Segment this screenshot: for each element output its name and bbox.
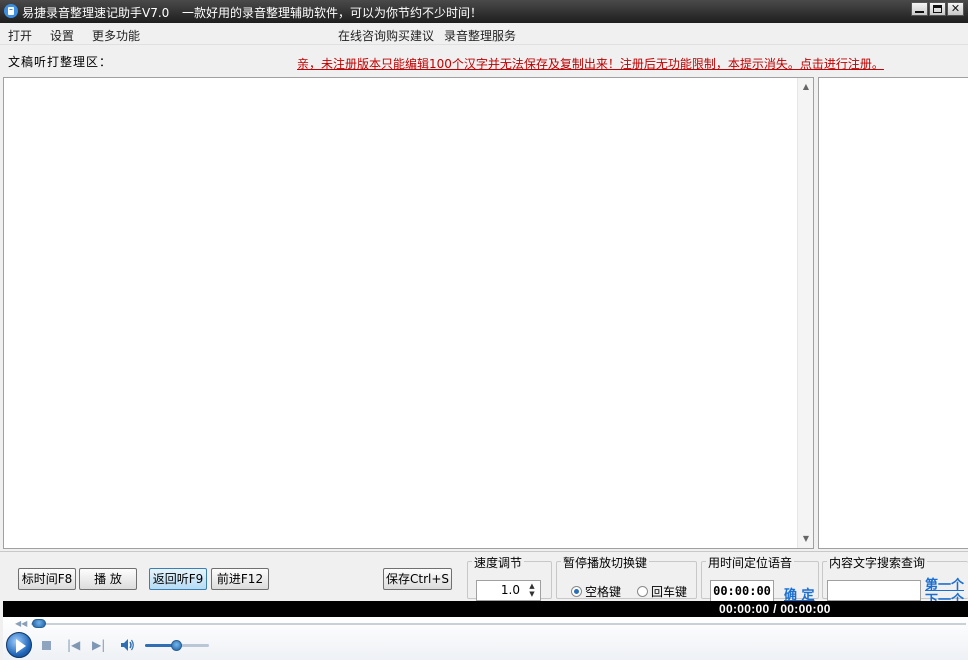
volume-thumb[interactable] bbox=[171, 640, 182, 651]
forward-button[interactable]: 前进F12 bbox=[211, 568, 269, 590]
player-time-display: 00:00:00 / 00:00:00 bbox=[719, 602, 831, 616]
save-button[interactable]: 保存Ctrl+S bbox=[383, 568, 452, 590]
title-bar: 易捷录音整理速记助手V7.0 一款好用的录音整理辅助软件，可以为你节约不少时间！… bbox=[0, 0, 968, 23]
close-icon: ✕ bbox=[948, 4, 963, 14]
pause-key-title: 暂停播放切换键 bbox=[561, 554, 649, 571]
radio-enter-key[interactable]: 回车键 bbox=[637, 583, 687, 600]
spin-down-icon[interactable]: ▼ bbox=[525, 590, 539, 599]
minimize-button[interactable] bbox=[911, 2, 928, 16]
mark-time-button[interactable]: 标时间F8 bbox=[18, 568, 76, 590]
side-panel[interactable] bbox=[818, 77, 968, 549]
menu-bar: 打开 设置 更多功能 在线咨询购买建议 录音整理服务 bbox=[0, 23, 968, 45]
play-button[interactable]: 播 放 bbox=[79, 568, 137, 590]
speed-spinner[interactable]: 1.0 ▲ ▼ bbox=[476, 580, 541, 601]
seek-back-icon[interactable]: ◀◀ bbox=[15, 619, 27, 628]
radio-space-label: 空格键 bbox=[585, 583, 621, 600]
player-status-bar: 00:00:00 / 00:00:00 bbox=[3, 601, 968, 617]
speed-group: 速度调节 1.0 ▲ ▼ bbox=[467, 561, 552, 599]
radio-unchecked-icon bbox=[637, 586, 648, 597]
speed-value: 1.0 bbox=[501, 583, 520, 597]
radio-space-key[interactable]: 空格键 bbox=[571, 583, 621, 600]
window-title: 易捷录音整理速记助手V7.0 bbox=[22, 4, 169, 21]
minimize-icon bbox=[915, 11, 924, 13]
scroll-down-icon[interactable]: ▼ bbox=[801, 534, 811, 544]
seek-thumb[interactable] bbox=[32, 619, 46, 628]
search-title: 内容文字搜索查询 bbox=[827, 554, 927, 571]
rewind-button[interactable]: 返回听F9 bbox=[149, 568, 207, 590]
volume-icon[interactable] bbox=[119, 637, 135, 653]
locate-group: 用时间定位语音 00:00:00 确 定 bbox=[701, 561, 819, 599]
scroll-up-icon[interactable]: ▲ bbox=[801, 82, 811, 92]
menu-more-features[interactable]: 更多功能 bbox=[92, 27, 140, 44]
locate-title: 用时间定位语音 bbox=[706, 554, 794, 571]
maximize-icon bbox=[933, 5, 942, 13]
next-icon[interactable]: ▶| bbox=[92, 638, 105, 652]
transcript-editor[interactable]: ▲ ▼ bbox=[3, 77, 814, 549]
play-icon[interactable] bbox=[6, 632, 32, 658]
menu-service[interactable]: 录音整理服务 bbox=[444, 27, 516, 44]
window-subtitle: 一款好用的录音整理辅助软件，可以为你节约不少时间！ bbox=[182, 4, 482, 21]
search-input[interactable] bbox=[827, 580, 921, 601]
media-player: ◀◀ |◀ ▶| bbox=[3, 617, 968, 660]
menu-open[interactable]: 打开 bbox=[8, 27, 32, 44]
pause-key-group: 暂停播放切换键 空格键 回车键 bbox=[556, 561, 697, 599]
menu-settings[interactable]: 设置 bbox=[50, 27, 74, 44]
menu-feedback[interactable]: 在线咨询购买建议 bbox=[338, 27, 434, 44]
workspace-label: 文稿听打整理区： bbox=[8, 53, 112, 70]
registration-notice[interactable]: 亲，未注册版本只能编辑100个汉字并无法保存及复制出来！注册后无功能限制，本提示… bbox=[297, 55, 968, 72]
control-bar: 标时间F8 播 放 返回听F9 前进F12 保存Ctrl+S 速度调节 1.0 … bbox=[0, 551, 968, 600]
previous-icon[interactable]: |◀ bbox=[67, 638, 80, 652]
stop-icon[interactable] bbox=[42, 641, 51, 650]
speed-title: 速度调节 bbox=[472, 554, 524, 571]
editor-scrollbar[interactable]: ▲ ▼ bbox=[797, 78, 813, 548]
maximize-button[interactable] bbox=[929, 2, 946, 16]
radio-checked-icon bbox=[571, 586, 582, 597]
app-logo-icon bbox=[3, 3, 19, 19]
window-controls: ✕ bbox=[911, 2, 964, 16]
locate-time-input[interactable]: 00:00:00 bbox=[710, 580, 774, 602]
search-group: 内容文字搜索查询 第一个 下一个 bbox=[822, 561, 968, 599]
seek-bar[interactable] bbox=[31, 623, 966, 625]
radio-enter-label: 回车键 bbox=[651, 583, 687, 600]
close-button[interactable]: ✕ bbox=[947, 2, 964, 16]
